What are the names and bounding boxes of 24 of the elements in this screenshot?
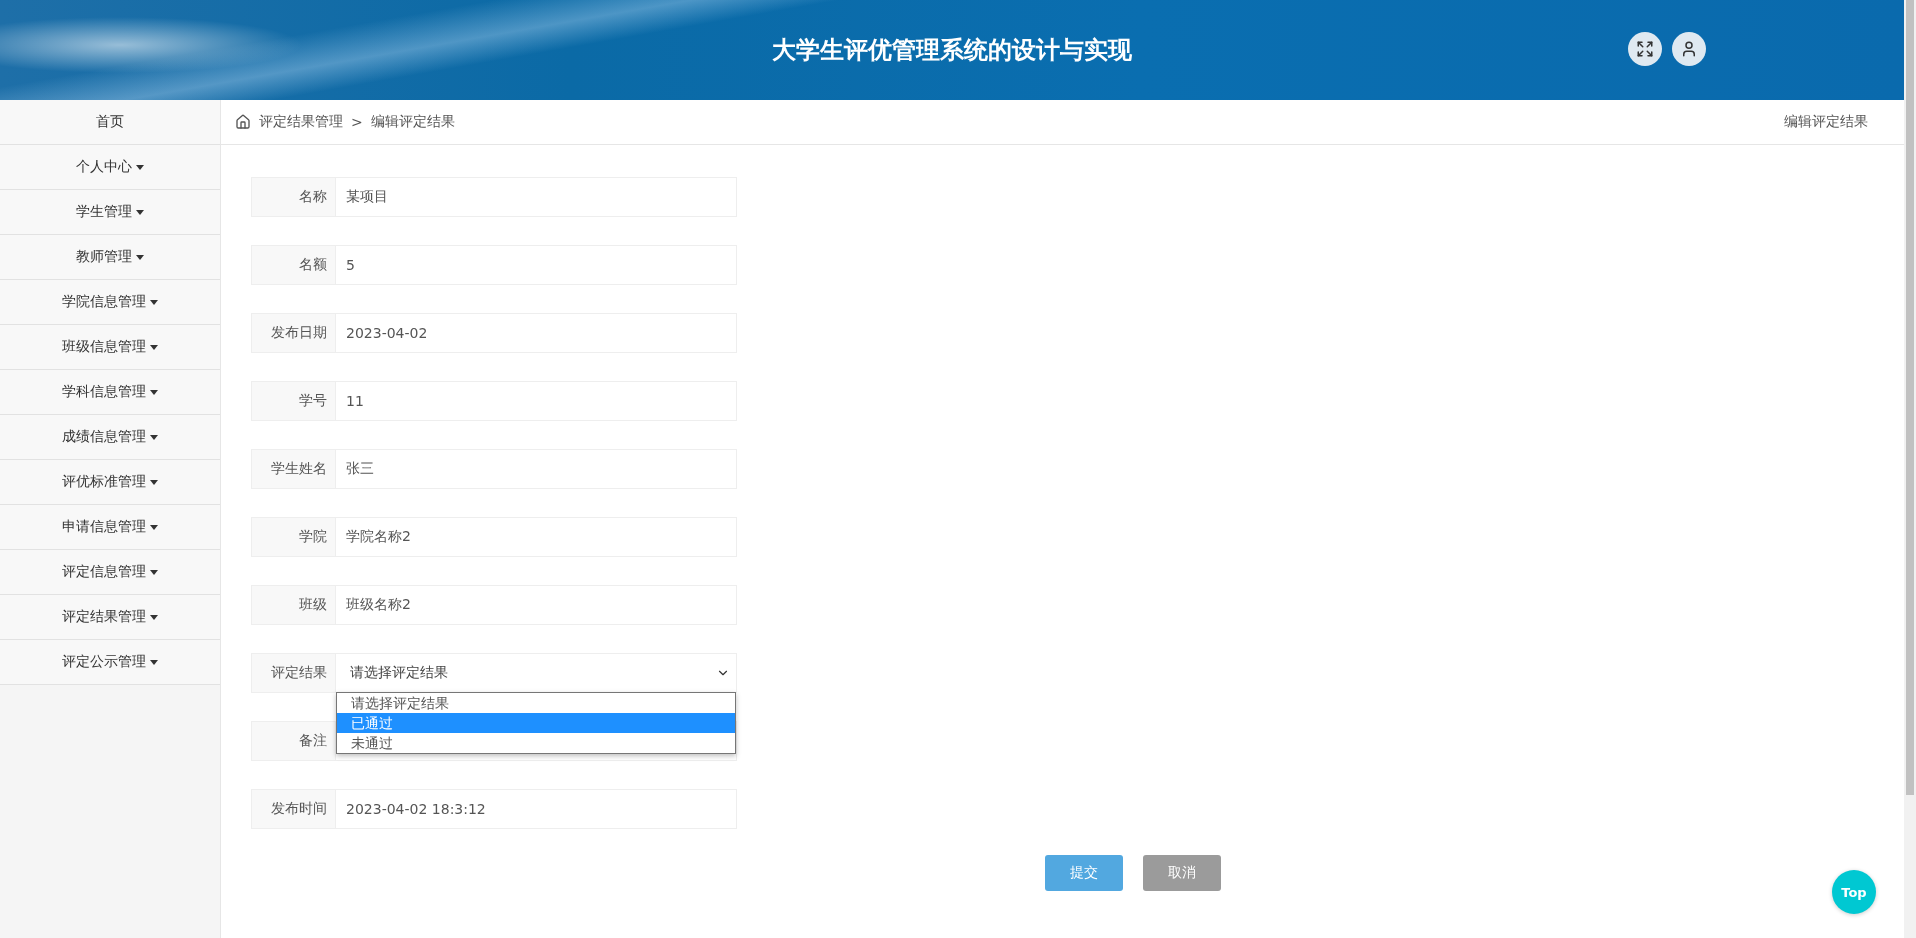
dropdown-option[interactable]: 未通过 [337, 733, 735, 753]
caret-icon [136, 254, 144, 260]
caret-icon [150, 299, 158, 305]
caret-icon [150, 389, 158, 395]
caret-icon [150, 344, 158, 350]
page-title: 编辑评定结果 [1784, 113, 1868, 131]
caret-icon [150, 569, 158, 575]
dropdown-option[interactable]: 请选择评定结果 [337, 693, 735, 713]
caret-icon [150, 659, 158, 665]
caret-icon [136, 164, 144, 170]
caret-icon [150, 614, 158, 620]
breadcrumb-link[interactable]: 评定结果管理 [259, 113, 343, 131]
user-icon[interactable] [1672, 32, 1706, 66]
caret-icon [150, 434, 158, 440]
caret-icon [150, 479, 158, 485]
caret-icon [136, 209, 144, 215]
scrollbar[interactable] [1904, 0, 1916, 938]
fullscreen-icon[interactable] [1628, 32, 1662, 66]
breadcrumb-separator: > [351, 114, 363, 130]
field-label: 备注 [252, 722, 336, 760]
system-title: 大学生评优管理系统的设计与实现 [772, 35, 1132, 66]
caret-icon [150, 524, 158, 530]
home-icon[interactable] [235, 114, 251, 130]
breadcrumb-link[interactable]: 编辑评定结果 [370, 113, 455, 131]
